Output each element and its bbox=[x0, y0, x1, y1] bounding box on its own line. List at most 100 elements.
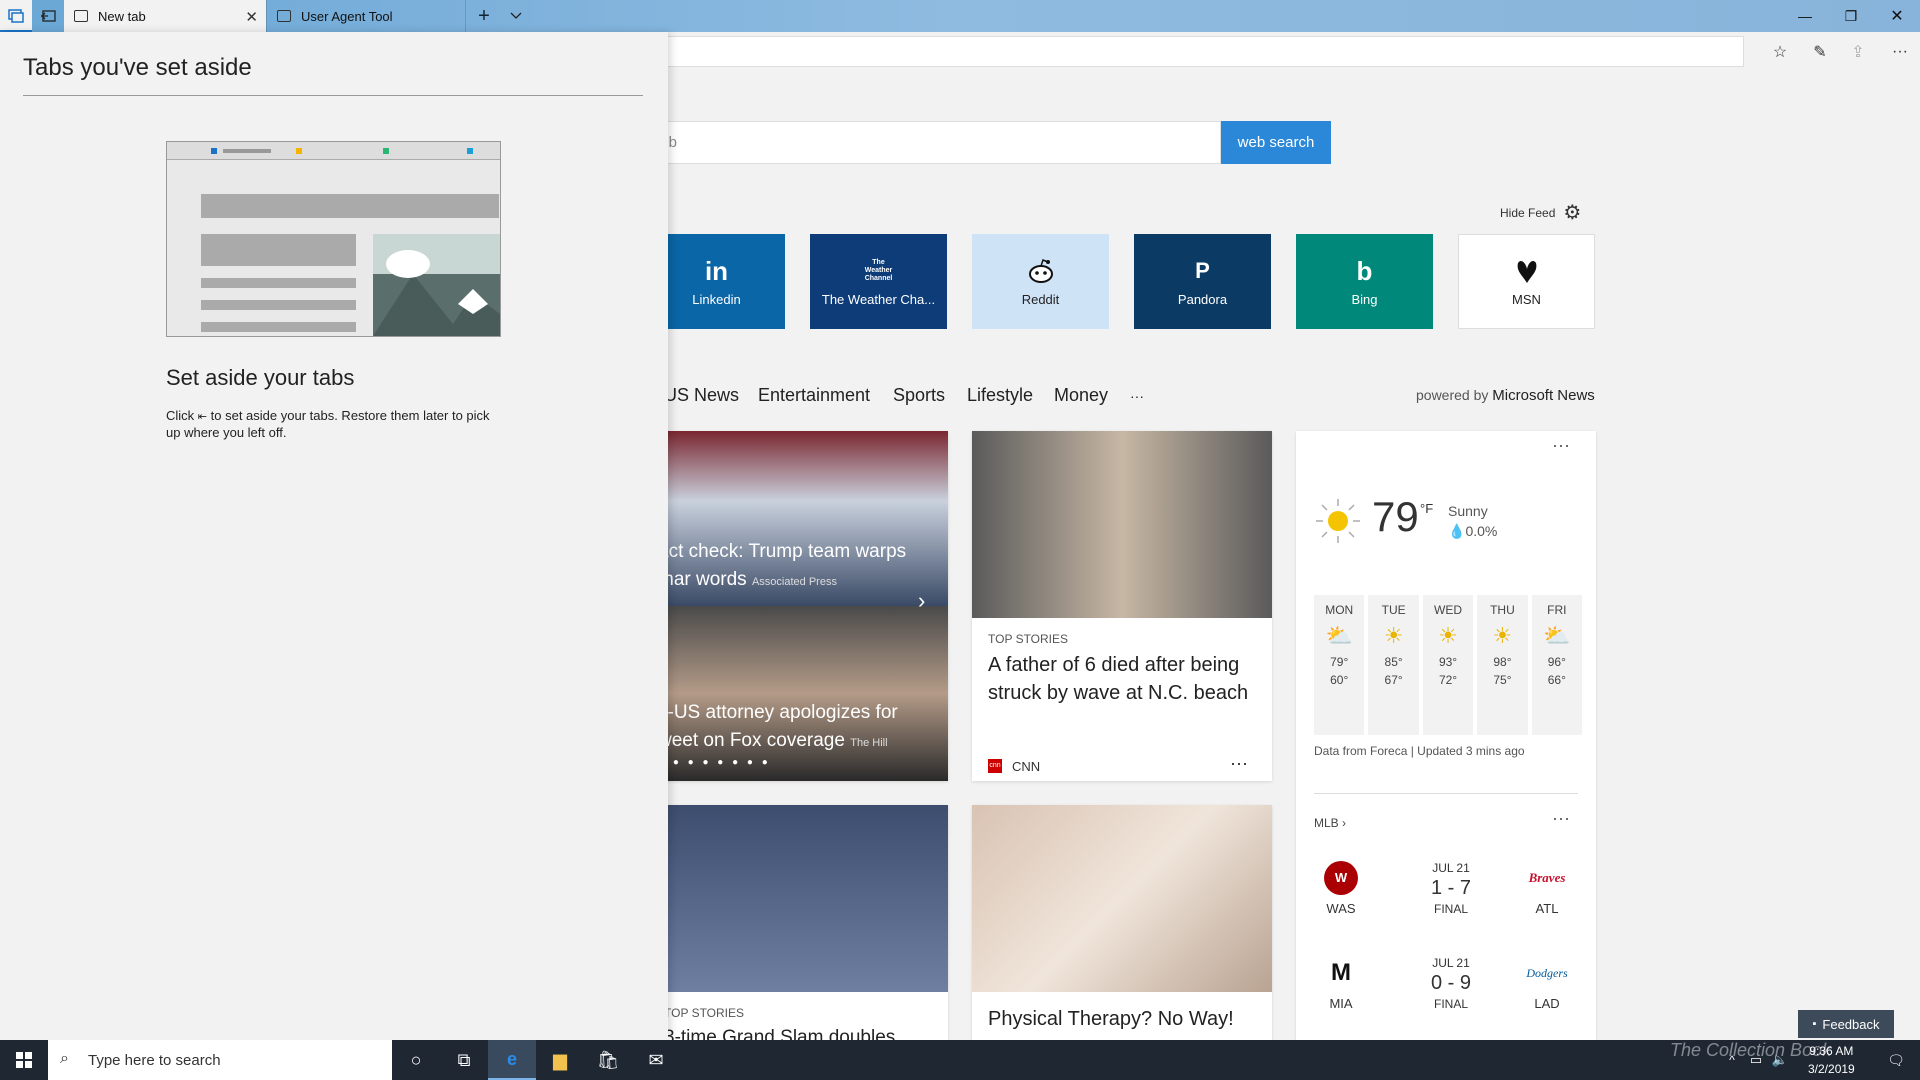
nationals-logo-icon: W bbox=[1324, 861, 1358, 895]
forecast-day[interactable]: TUE ☀ 85° 67° bbox=[1368, 595, 1419, 735]
forecast-day[interactable]: THU ☀ 98° 75° bbox=[1477, 595, 1528, 735]
divider bbox=[1314, 793, 1578, 794]
forecast-day[interactable]: FRI ⛅ 96° 66° bbox=[1531, 595, 1583, 735]
tile-weather-channel[interactable]: The Weather Channel The Weather Cha... bbox=[810, 234, 947, 329]
tile-msn[interactable]: MSN bbox=[1458, 234, 1595, 329]
start-windows-icon[interactable] bbox=[0, 1040, 48, 1080]
task-view-icon[interactable]: ⧉ bbox=[440, 1040, 488, 1080]
game-score[interactable]: JUL 21 1 - 7 FINAL bbox=[1416, 861, 1486, 916]
bing-icon: b bbox=[1356, 255, 1373, 286]
hide-feed-label: Hide Feed bbox=[1500, 205, 1556, 220]
gear-icon[interactable]: ⚙ bbox=[1563, 200, 1581, 225]
tab-new-tab[interactable]: New tab ✕ bbox=[64, 0, 266, 32]
nav-more-icon[interactable]: ··· bbox=[1130, 388, 1144, 404]
story-headline[interactable]: 3-time Grand Slam doubles bbox=[664, 1027, 895, 1040]
story-source: CNN bbox=[1012, 759, 1041, 774]
new-tab-plus-icon[interactable]: + bbox=[468, 0, 500, 32]
tile-label: The Weather Cha... bbox=[821, 292, 936, 307]
file-explorer-icon[interactable]: ▆ bbox=[536, 1040, 584, 1080]
cortana-icon[interactable]: ○ bbox=[392, 1040, 440, 1080]
network-icon[interactable]: ▭ bbox=[1744, 1040, 1768, 1080]
address-bar[interactable] bbox=[600, 36, 1744, 67]
set-aside-tabs-icon[interactable] bbox=[32, 0, 64, 32]
tile-bing[interactable]: b Bing bbox=[1296, 234, 1433, 329]
marlins-logo-icon: M bbox=[1331, 959, 1351, 986]
restore-button[interactable]: ❐ bbox=[1828, 0, 1874, 32]
close-tab-icon[interactable]: ✕ bbox=[245, 8, 258, 26]
current-temp: 79 bbox=[1372, 493, 1419, 540]
forecast-day[interactable]: MON ⛅ 79° 60° bbox=[1314, 595, 1365, 735]
panel-title: Tabs you've set aside bbox=[23, 54, 252, 81]
nav-sports[interactable]: Sports bbox=[893, 385, 945, 406]
nav-us-news[interactable]: US News bbox=[664, 385, 739, 406]
tab-page-icon bbox=[74, 10, 88, 22]
mlb-link[interactable]: MLB › bbox=[1314, 816, 1346, 830]
story-headline[interactable]: x-US attorney apologizes for weet on Fox… bbox=[658, 699, 938, 757]
set-aside-description: Click ⇤ to set aside your tabs. Restore … bbox=[166, 408, 490, 440]
temp-unit: °F bbox=[1420, 501, 1434, 516]
team-mia[interactable]: M MIA bbox=[1316, 956, 1366, 1011]
weather-card: ··· 79 °F Sunny 💧0.0% MON ⛅ 79° 60° TUE ☀ 85°… bbox=[1296, 431, 1596, 1040]
tile-label: Reddit bbox=[1021, 292, 1060, 307]
tile-reddit[interactable]: Reddit bbox=[972, 234, 1109, 329]
tile-label: MSN bbox=[1512, 292, 1541, 307]
news-card[interactable]: TOP STORIES A father of 6 died after bei… bbox=[972, 431, 1272, 781]
favorites-icon[interactable]: ☆ bbox=[1760, 36, 1800, 68]
carousel-card[interactable]: act check: Trump team warps mar words As… bbox=[648, 431, 948, 781]
team-lad[interactable]: Dodgers LAD bbox=[1522, 956, 1572, 1011]
chevron-right-icon[interactable]: › bbox=[918, 588, 925, 614]
nav-entertainment[interactable]: Entertainment bbox=[758, 385, 870, 406]
search-input[interactable]: e web bbox=[620, 121, 1221, 164]
taskbar-search-input[interactable]: ⌕ Type here to search bbox=[48, 1040, 392, 1080]
weather-channel-icon: The Weather Channel bbox=[864, 259, 893, 282]
team-was[interactable]: W WAS bbox=[1316, 861, 1366, 916]
minimize-button[interactable]: — bbox=[1782, 0, 1828, 32]
tab-preview-chevron-icon[interactable] bbox=[500, 0, 532, 32]
forecast-day[interactable]: WED ☀ 93° 72° bbox=[1422, 595, 1474, 735]
sun-icon bbox=[1314, 497, 1362, 550]
tile-label: Linkedin bbox=[692, 292, 741, 307]
close-window-button[interactable]: ✕ bbox=[1874, 0, 1920, 32]
pen-icon[interactable]: ✎ bbox=[1800, 36, 1840, 68]
notifications-icon[interactable]: 🗨 bbox=[1872, 1040, 1920, 1080]
carousel-dots[interactable]: ● ● ● ● ● ● ● ● bbox=[658, 757, 771, 768]
linkedin-icon: in bbox=[704, 255, 729, 286]
volume-icon[interactable]: 🔈 bbox=[1768, 1040, 1792, 1080]
more-icon[interactable]: ··· bbox=[1880, 36, 1920, 68]
story-image bbox=[972, 431, 1272, 618]
store-icon[interactable]: 🛍 bbox=[584, 1040, 632, 1080]
more-icon[interactable]: ··· bbox=[1552, 435, 1570, 456]
search-icon: ⌕ bbox=[60, 1050, 69, 1067]
chevron-up-icon[interactable]: ^ bbox=[1720, 1040, 1744, 1080]
edge-icon[interactable]: e bbox=[488, 1040, 536, 1080]
nav-lifestyle[interactable]: Lifestyle bbox=[967, 385, 1033, 406]
more-icon[interactable]: ··· bbox=[1552, 808, 1570, 829]
share-icon[interactable]: ⇪ bbox=[1838, 36, 1878, 68]
mail-icon[interactable]: ✉ bbox=[632, 1040, 680, 1080]
tile-pandora[interactable]: P Pandora bbox=[1134, 234, 1271, 329]
team-atl[interactable]: Braves ATL bbox=[1522, 861, 1572, 916]
tab-user-agent-tool[interactable]: User Agent Tool bbox=[266, 0, 466, 32]
tile-label: Pandora bbox=[1177, 292, 1228, 307]
news-card[interactable]: TOP STORIES 3-time Grand Slam doubles bbox=[648, 805, 948, 1040]
game-score[interactable]: JUL 21 0 - 9 FINAL bbox=[1416, 956, 1486, 1011]
tile-linkedin[interactable]: in Linkedin bbox=[648, 234, 785, 329]
more-icon[interactable]: ··· bbox=[1230, 753, 1248, 774]
story-headline[interactable]: A father of 6 died after being struck by… bbox=[988, 651, 1258, 707]
clock[interactable]: 9:36 AM 3/2/2019 bbox=[1808, 1042, 1855, 1078]
hide-feed-button[interactable]: Hide Feed ⚙ bbox=[1500, 200, 1581, 225]
feedback-button[interactable]: ▪ Feedback bbox=[1798, 1010, 1894, 1038]
story-headline[interactable]: Physical Therapy? No Way! bbox=[988, 1008, 1234, 1031]
pandora-icon: P bbox=[1195, 258, 1210, 283]
news-card[interactable]: Physical Therapy? No Way! bbox=[972, 805, 1272, 1040]
dodgers-logo-icon: Dodgers bbox=[1526, 966, 1568, 980]
story-headline[interactable]: act check: Trump team warps mar words As… bbox=[658, 538, 938, 596]
set-aside-tabs-icon: ⇤ bbox=[197, 411, 208, 423]
nav-money[interactable]: Money bbox=[1054, 385, 1108, 406]
web-search-button[interactable]: web search bbox=[1221, 121, 1331, 164]
set-aside-illustration bbox=[166, 141, 501, 337]
story-image bbox=[972, 805, 1272, 992]
tabs-aside-icon[interactable] bbox=[0, 0, 32, 32]
story-kicker: TOP STORIES bbox=[988, 632, 1069, 646]
story-kicker: TOP STORIES bbox=[664, 1006, 745, 1020]
